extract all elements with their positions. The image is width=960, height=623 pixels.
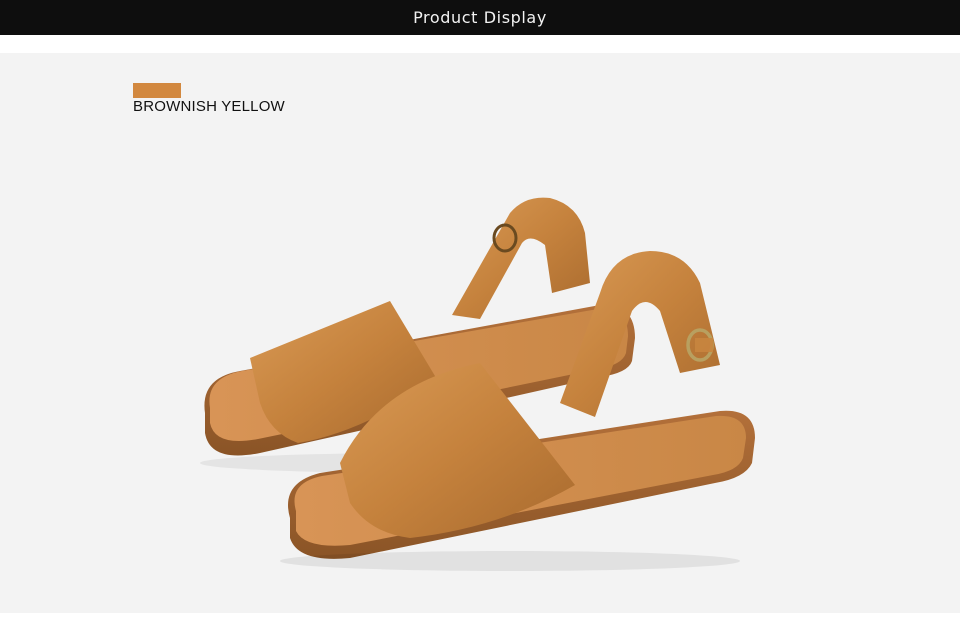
product-display-panel: BROWNISH YELLOW — [0, 53, 960, 613]
color-label: BROWNISH YELLOW — [133, 98, 285, 115]
page-title: Product Display — [413, 8, 547, 27]
color-swatch — [133, 83, 181, 98]
product-image — [200, 197, 755, 571]
header-bar: Product Display — [0, 0, 960, 35]
bottom-strip — [0, 613, 960, 623]
